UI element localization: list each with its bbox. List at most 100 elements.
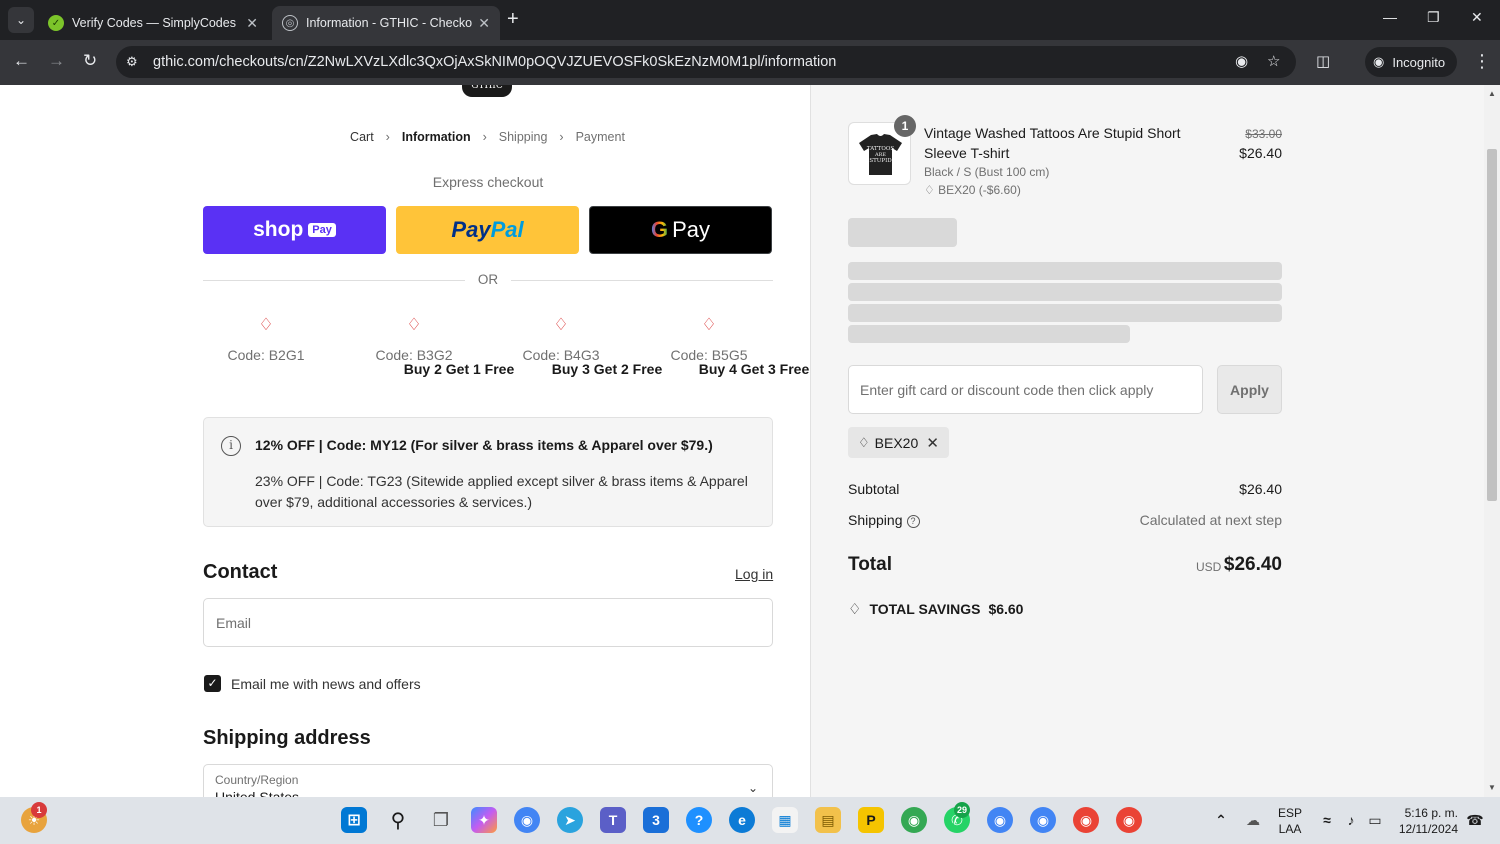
divider [203,280,465,281]
task-view-icon[interactable]: ❐ [428,807,454,833]
battery-icon[interactable]: ▭ [1362,807,1388,833]
edge-icon[interactable]: e [729,807,755,833]
checkout-page: GTHIC Cart › Information › Shipping › Payment … [0,85,1500,797]
product-name: Vintage Washed Tattoos Are Stupid Short … [924,125,1181,161]
chrome-icon[interactable]: ◉ [514,807,540,833]
site-settings-icon[interactable]: ⚙ [126,54,142,70]
tab-simplycodes[interactable]: ✓ Verify Codes — SimplyCodes ✕ [38,6,268,40]
remove-discount-icon[interactable]: ✕ [926,434,939,452]
extensions-icon[interactable]: ◫ [1316,52,1330,70]
chrome-profile-icon[interactable]: ◉ [1073,807,1099,833]
restore-icon[interactable]: ❐ [1427,9,1440,26]
help-app-icon[interactable]: ? [686,807,712,833]
toolbar: ← → ↻ ⚙ gthic.com/checkouts/cn/Z2NwLXVzL… [0,40,1500,85]
language-indicator[interactable]: ESP LAA [1276,805,1304,837]
chrome-profile-icon[interactable]: ◉ [1116,807,1142,833]
email-field[interactable] [203,598,773,647]
forward-arrow-icon[interactable]: → [48,51,65,71]
price-tag-icon: ♢ [406,315,422,334]
discount-code-input[interactable] [848,365,1203,414]
paypal-pal: Pal [490,217,524,242]
tab-title: Verify Codes — SimplyCodes [72,16,236,30]
chrome-profile-icon[interactable]: ◉ [901,807,927,833]
teams-icon[interactable]: T [600,807,626,833]
incognito-indicator[interactable]: ◉ Incognito [1365,47,1458,77]
checkout-main: GTHIC Cart › Information › Shipping › Payment … [0,85,957,797]
telegram-icon[interactable]: ➤ [557,807,583,833]
simplycodes-favicon-icon: ✓ [48,15,64,31]
file-explorer-icon[interactable]: ▤ [815,807,841,833]
clock-time: 5:16 p. m. [1404,806,1458,820]
onedrive-icon[interactable]: ☁ [1240,807,1266,833]
google-pay-button[interactable]: G Pay [589,206,772,254]
address-bar[interactable]: ⚙ gthic.com/checkouts/cn/Z2NwLXVzLXdlc3Q… [116,46,1296,78]
close-icon[interactable]: ✕ [246,15,258,32]
product-discount: ♢ BEX20 (-$6.60) [924,183,1021,197]
chevron-up-icon[interactable]: ⌃ [1208,807,1234,833]
price-tag-icon: ♢ [701,315,717,334]
new-tab-button[interactable]: + [507,8,519,31]
newsletter-label[interactable]: Email me with news and offers [231,676,421,692]
close-window-icon[interactable]: ✕ [1471,9,1483,26]
info-icon: i [221,436,241,456]
country-select[interactable]: Country/Region United States ⌄ [203,764,773,797]
notice-line-1: 12% OFF | Code: MY12 (For silver & brass… [255,437,713,453]
keyboard-layout: LAA [1278,822,1302,836]
log-in-link[interactable]: Log in [735,566,773,582]
windows-start-icon[interactable]: ⊞ [341,807,367,833]
star-icon[interactable]: ☆ [1267,52,1280,70]
store-logo[interactable]: GTHIC [462,85,512,97]
tshirt-image: TATTOOS ARE STUPID [859,134,902,175]
chevron-right-icon: › [482,130,487,144]
promo-offer: ♢ Buy 3 Get 2 Free Code: B3G2 [344,315,662,377]
scroll-up-icon[interactable]: ▲ [1488,89,1496,98]
chevron-down-icon: ⌄ [15,13,27,27]
total-value: $26.40 [1223,554,1282,575]
tab-gthic-checkout[interactable]: ◎ Information - GTHIC - Checkout ✕ [272,6,500,40]
more-menu-icon[interactable]: ⋮ [1473,51,1491,72]
product-variant: Black / S (Bust 100 cm) [924,165,1050,179]
app-3-icon[interactable]: 3 [643,807,669,833]
language-code: ESP [1277,806,1302,820]
minimize-icon[interactable]: — [1383,9,1397,25]
price-tag-icon: ♢ [258,315,274,334]
subtotal-label: Subtotal [848,481,900,497]
scrollbar-thumb[interactable] [1487,149,1497,501]
shop-pay-button[interactable]: shop Pay [203,206,386,254]
wifi-icon[interactable]: ≈ [1314,807,1340,833]
back-arrow-icon[interactable]: ← [13,51,30,71]
paypal-button[interactable]: Pay Pal [396,206,579,254]
url-text[interactable]: gthic.com/checkouts/cn/Z2NwLXVzLXdlc3QxO… [153,54,836,70]
chrome-profile-icon[interactable]: ◉ [1030,807,1056,833]
loading-skeleton [848,304,1282,322]
savings-value: $6.60 [988,601,1024,617]
price-tag-icon: ♢ [858,434,870,450]
total-savings: ♢ TOTAL SAVINGS $6.60 [848,600,1023,618]
help-icon[interactable]: ? [906,515,920,528]
newsletter-checkbox[interactable]: ✓ [204,675,221,692]
incognito-icon: ◉ [1373,54,1385,69]
shirt-print-line: STUPID [869,158,892,164]
tab-search-button[interactable]: ⌄ [8,7,34,33]
chrome-profile-icon[interactable]: ◉ [987,807,1013,833]
tab-title: Information - GTHIC - Checkout [306,16,473,30]
globe-favicon-icon: ◎ [282,15,298,31]
search-icon[interactable]: ⚲ [385,807,411,833]
page-scrollbar[interactable]: ▲ ▼ [1484,85,1500,797]
scroll-down-icon[interactable]: ▼ [1488,783,1496,792]
close-icon[interactable]: ✕ [478,15,490,32]
applied-code: BEX20 [874,434,919,451]
apply-button[interactable]: Apply [1217,365,1282,414]
savings-label: TOTAL SAVINGS [869,601,981,617]
app-p-icon[interactable]: P [858,807,884,833]
breadcrumb-shipping: Shipping [498,130,548,144]
volume-icon[interactable]: ♪ [1338,807,1364,833]
reload-icon[interactable]: ↻ [83,51,97,71]
loading-skeleton [848,262,1282,280]
clock[interactable]: 5:16 p. m. 12/11/2024 [1390,805,1458,837]
store-icon[interactable]: ▦ [772,807,798,833]
copilot-icon[interactable]: ✦ [471,807,497,833]
notification-bell-icon[interactable]: ☎ [1462,807,1488,833]
eye-slash-icon[interactable]: ◉ [1235,52,1248,70]
breadcrumb-cart[interactable]: Cart [350,130,374,144]
